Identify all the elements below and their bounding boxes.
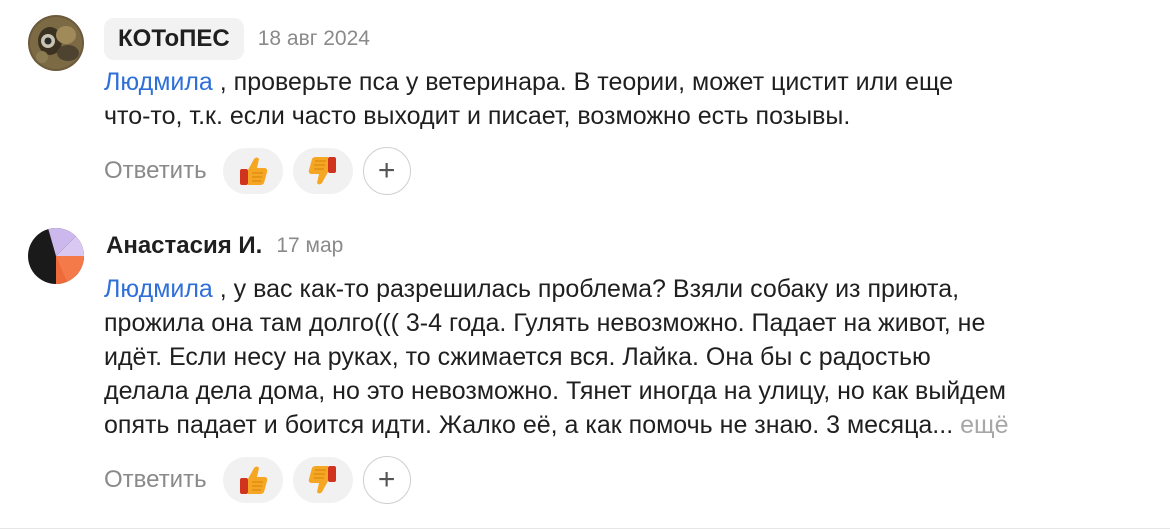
avatar-photo [28,15,84,71]
avatar[interactable] [28,15,84,71]
comment-text-line: , проверьте пса у ветеринара. В теории, … [212,68,954,96]
mention-link[interactable]: Людмила [104,275,213,303]
add-reaction-button[interactable]: + [362,456,411,504]
dislike-button[interactable] [292,148,353,194]
comment-date: 18 авг 2024 [257,27,370,50]
like-button[interactable] [222,457,283,503]
comment-header: КОТоПЕС 18 авг 2024 [104,17,370,61]
comment-actions: Ответить + [104,456,411,504]
comment-text-line: , у вас как-то разрешилась проблема? Взя… [212,275,960,303]
comment-text-line: прожила она там долго((( 3-4 года. Гулят… [104,309,986,337]
author-name[interactable]: Анастасия И. [106,232,262,260]
comment-date: 17 мар [276,234,344,257]
comment-text-line: что-то, т.к. если часто выходит и писает… [104,102,851,130]
mention-link[interactable]: Людмила [104,68,213,96]
thumbs-up-icon [239,157,267,185]
comment-text-line: делала дела дома, но это невозможно. Тян… [104,377,1006,405]
comment-text-line: идёт. Если несу на руках, то сжимается в… [104,343,931,371]
reply-button[interactable]: Ответить [104,157,207,185]
author-name[interactable]: КОТоПЕС [104,18,244,60]
like-button[interactable] [222,148,283,194]
comment-header: Анастасия И. 17 мар [104,224,343,268]
comment-text: Людмила , у вас как-то разрешилась пробл… [104,272,1134,442]
reply-button[interactable]: Ответить [104,466,207,494]
comment-text: Людмила , проверьте пса у ветеринара. В … [104,65,1134,133]
comment-text-line: опять падает и боится идти. Жалко её, а … [104,411,954,439]
avatar[interactable] [28,228,84,284]
add-reaction-button[interactable]: + [362,147,411,195]
thumbs-down-icon [308,157,336,185]
dislike-button[interactable] [292,457,353,503]
show-more-link[interactable]: ещё [960,411,1008,439]
thumbs-down-icon [308,466,336,494]
comments-feed: КОТоПЕС 18 авг 2024 Людмила , проверьте … [0,0,1170,529]
comment-actions: Ответить + [104,147,411,195]
avatar-gradient [28,228,84,284]
thumbs-up-icon [239,466,267,494]
